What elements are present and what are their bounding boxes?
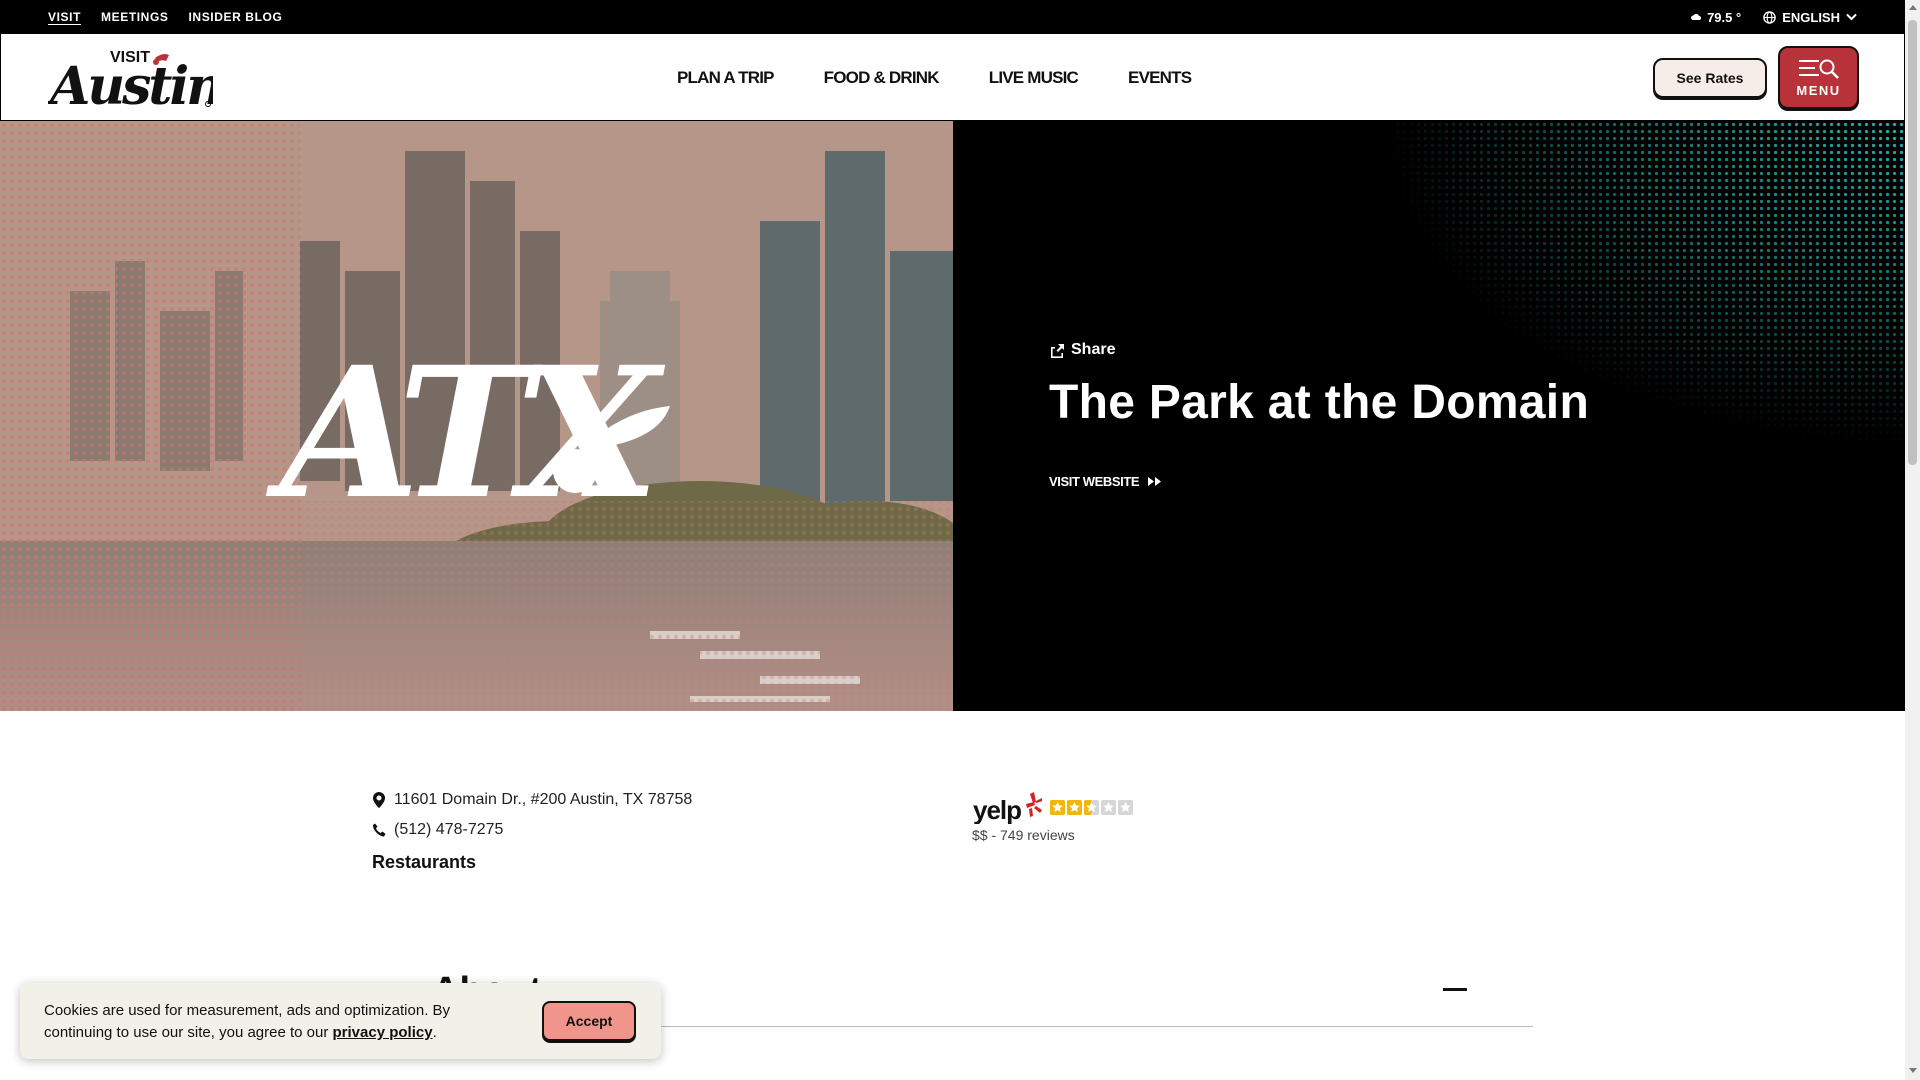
chevron-down-icon: [1846, 13, 1857, 21]
visit-website-link[interactable]: VISIT WEBSITE: [1049, 474, 1162, 489]
nav-plan-a-trip[interactable]: PLAN A TRIP: [677, 68, 774, 88]
share-label: Share: [1071, 341, 1116, 358]
share-button[interactable]: Share: [1049, 341, 1115, 359]
menu-label: MENU: [1796, 82, 1841, 98]
visit-website-label: VISIT WEBSITE: [1049, 474, 1140, 489]
main-header: VISIT Austin PLAN A TRIP FOOD & DRINK LI…: [0, 34, 1905, 121]
utility-link-meetings[interactable]: MEETINGS: [101, 10, 168, 24]
weather-temperature: 79.5 °: [1707, 9, 1742, 25]
cloud-icon: [1691, 13, 1702, 20]
phone-row[interactable]: (512) 478-7275: [372, 821, 503, 839]
menu-button[interactable]: MENU: [1778, 46, 1859, 109]
scrollbar-thumb[interactable]: [1908, 20, 1917, 465]
accept-cookies-button[interactable]: Accept: [542, 1001, 636, 1041]
address: 11601 Domain Dr., #200 Austin, TX 78758: [394, 791, 693, 808]
privacy-policy-link[interactable]: privacy policy: [333, 1024, 433, 1041]
share-icon: [1051, 343, 1064, 358]
star-icon: [1118, 799, 1133, 815]
star-icon: [1101, 799, 1116, 815]
fast-forward-icon: [1148, 477, 1162, 486]
phone-icon: [372, 823, 386, 837]
language-label: ENGLISH: [1782, 9, 1840, 25]
utility-link-visit[interactable]: VISIT: [48, 10, 81, 24]
star-icon: [1084, 799, 1099, 815]
globe-icon: [1763, 10, 1776, 24]
utility-links: VISIT MEETINGS INSIDER BLOG: [48, 0, 282, 34]
star-icon: [1050, 799, 1065, 815]
hero-image: ATX: [0, 121, 953, 711]
page: VISIT MEETINGS INSIDER BLOG 79.5 ° ENGLI…: [0, 0, 1920, 1080]
main-nav: PLAN A TRIP FOOD & DRINK LIVE MUSIC EVEN…: [677, 34, 1192, 121]
svg-text:Austin: Austin: [48, 56, 213, 110]
austin-skyline-image: ATX: [0, 121, 953, 711]
utility-bar: VISIT MEETINGS INSIDER BLOG 79.5 ° ENGLI…: [0, 0, 1905, 34]
cookie-text: Cookies are used for measurement, ads an…: [44, 1002, 451, 1041]
page-title: The Park at the Domain: [1049, 376, 1590, 429]
star-icon: [1067, 799, 1082, 815]
svg-text:yelp: yelp: [973, 795, 1021, 824]
map-pin-icon: [373, 792, 385, 808]
yelp-price-reviews: $$ - 749 reviews: [972, 827, 1075, 843]
star-rating: [1050, 799, 1133, 815]
language-selector[interactable]: ENGLISH: [1763, 10, 1857, 25]
phone-number[interactable]: (512) 478-7275: [394, 821, 503, 839]
utility-link-insider-blog[interactable]: INSIDER BLOG: [189, 10, 283, 24]
weather: 79.5 °: [1691, 10, 1741, 25]
yelp-logo: yelp: [973, 792, 1042, 824]
nav-food-and-drink[interactable]: FOOD & DRINK: [824, 68, 940, 88]
see-rates-button[interactable]: See Rates: [1653, 58, 1767, 98]
scroll-up-arrow[interactable]: [1909, 5, 1917, 10]
nav-events[interactable]: EVENTS: [1128, 68, 1192, 88]
menu-search-icon: [1798, 59, 1839, 79]
nav-live-music[interactable]: LIVE MUSIC: [989, 68, 1079, 88]
utility-right: 79.5 ° ENGLISH: [1691, 0, 1857, 34]
minus-icon[interactable]: [1443, 988, 1467, 991]
cookie-banner: Cookies are used for measurement, ads an…: [20, 983, 661, 1059]
scroll-down-arrow[interactable]: [1909, 1068, 1917, 1073]
category-label: Restaurants: [372, 852, 477, 872]
visit-austin-logo[interactable]: VISIT Austin: [45, 46, 224, 117]
address-row: 11601 Domain Dr., #200 Austin, TX 78758: [372, 791, 692, 809]
yelp-rating[interactable]: yelp: [972, 790, 1133, 824]
